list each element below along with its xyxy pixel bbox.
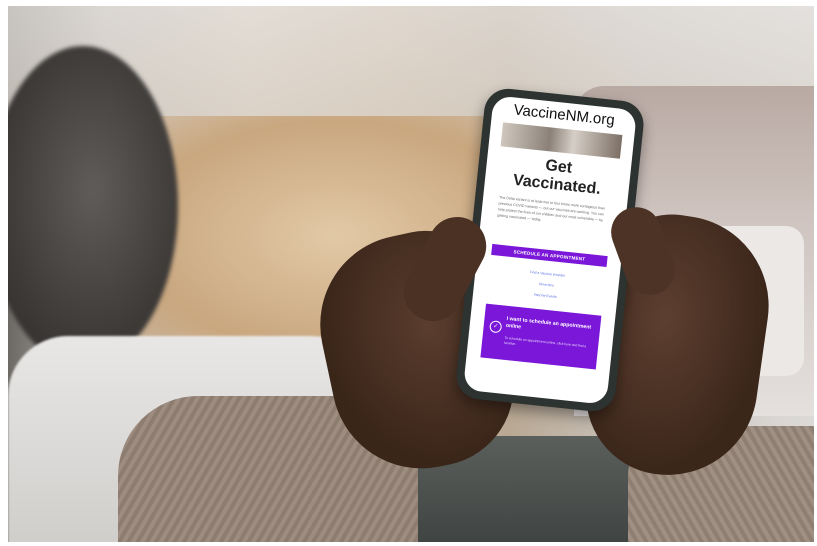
background-photo: VaccineNM.org Get Vaccinated. The Delta … (8, 6, 814, 542)
card-description: To schedule an appointment online, click… (503, 335, 587, 349)
calendar-check-icon: ✓ (489, 320, 503, 334)
schedule-online-card[interactable]: ✓ I want to schedule an appointment onli… (480, 303, 602, 370)
phone-screen: VaccineNM.org Get Vaccinated. The Delta … (462, 95, 638, 405)
schedule-appointment-button[interactable]: SCHEDULE AN APPOINTMENT (491, 243, 608, 268)
card-title: I want to schedule an appointment online (505, 315, 592, 331)
intro-paragraph: The Delta variant is at least two to fou… (497, 195, 606, 223)
